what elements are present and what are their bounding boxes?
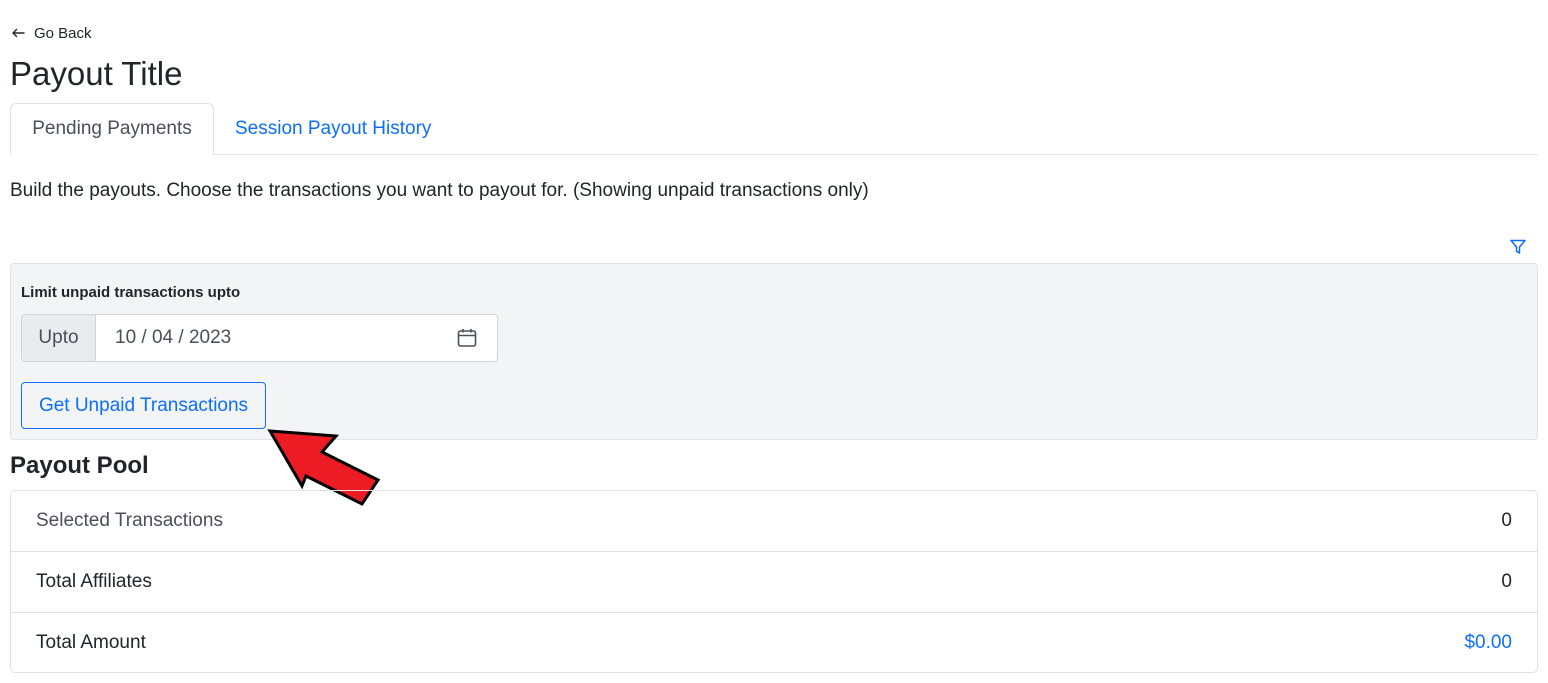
arrow-left-icon [12,28,25,38]
list-item: Selected Transactions 0 [11,491,1537,552]
date-input-group: Upto 10 / 04 / 2023 [21,314,498,362]
go-back-label: Go Back [34,24,92,42]
payout-pool-title: Payout Pool [10,452,149,479]
go-back-link[interactable]: Go Back [11,22,92,44]
selected-transactions-label: Selected Transactions [36,510,223,531]
total-amount-value[interactable]: $0.00 [1464,632,1512,654]
total-affiliates-label: Total Affiliates [36,571,152,592]
payout-pool-list: Selected Transactions 0 Total Affiliates… [10,490,1538,673]
tab-bar: Pending Payments Session Payout History [10,103,1538,155]
date-input[interactable]: 10 / 04 / 2023 [96,315,497,361]
filter-icon[interactable] [1509,238,1527,256]
intro-text: Build the payouts. Choose the transactio… [10,180,869,201]
tab-session-payout-history[interactable]: Session Payout History [214,103,452,155]
calendar-icon[interactable] [457,328,477,348]
date-value: 10 / 04 / 2023 [115,327,232,348]
total-affiliates-value: 0 [1501,571,1512,592]
list-item: Total Affiliates 0 [11,552,1537,613]
total-amount-label: Total Amount [36,632,146,653]
get-unpaid-transactions-button[interactable]: Get Unpaid Transactions [21,382,266,429]
selected-transactions-value: 0 [1501,510,1512,531]
upto-prefix: Upto [22,315,96,361]
tab-pending-payments[interactable]: Pending Payments [10,103,214,155]
limit-label: Limit unpaid transactions upto [21,284,241,301]
page-title: Payout Title [10,55,183,92]
payout-page: Go Back Payout Title Pending Payments Se… [0,0,1548,683]
list-item: Total Amount $0.00 [11,613,1537,672]
filter-panel: Limit unpaid transactions upto Upto 10 /… [10,263,1538,440]
